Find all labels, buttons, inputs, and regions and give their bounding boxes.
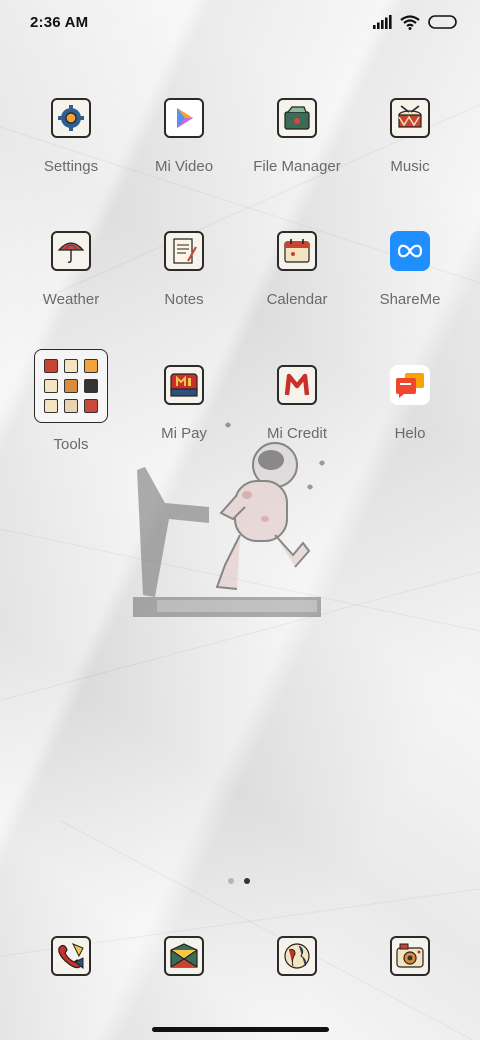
app-label: Calendar [266,291,328,308]
dock-phone[interactable] [51,936,91,976]
gear-icon [51,98,91,138]
app-notes[interactable]: Notes [128,215,240,325]
battery-icon [428,15,457,29]
wifi-icon [400,14,420,30]
messages-icon [164,936,204,976]
app-label: Mi Video [154,158,214,175]
camera-icon [390,936,430,976]
app-helo[interactable]: Helo [354,349,466,459]
astronaut-treadmill-illustration [133,422,325,617]
calendar-icon [277,231,317,271]
mini-app-icon [44,379,58,393]
folder-icon [277,98,317,138]
home-gesture-bar[interactable] [152,1027,329,1032]
drum-icon [390,98,430,138]
signal-icon [373,15,392,29]
mini-app-icon [84,379,98,393]
status-icons [372,14,458,30]
mini-app-icon [44,399,58,413]
mini-app-icon [64,379,78,393]
play-icon [164,98,204,138]
app-music[interactable]: Music [354,82,466,192]
dock-messages[interactable] [164,936,204,976]
app-label: Tools [53,436,89,453]
mini-app-icon [44,359,58,373]
phone-icon [51,936,91,976]
status-bar: 2:36 AM [0,0,480,44]
app-label: Notes [164,291,204,308]
notepad-icon [164,231,204,271]
mi-pay-icon [164,365,204,405]
mini-app-icon [64,399,78,413]
page-dot-2-active [244,878,250,884]
m-letter-icon [277,365,317,405]
infinity-icon [390,231,430,271]
app-label: Helo [394,425,426,442]
status-time: 2:36 AM [30,13,89,31]
dock-camera[interactable] [390,936,430,976]
mini-app-icon [84,399,98,413]
app-calendar[interactable]: Calendar [241,215,353,325]
chat-bubbles-icon [390,365,430,405]
page-dot-1 [228,878,234,884]
mini-app-icon [84,359,98,373]
mini-app-icon [64,359,78,373]
umbrella-icon [51,231,91,271]
folder-tools[interactable]: Tools [15,349,127,459]
folder-grid [34,349,108,423]
app-label: Weather [42,291,100,308]
app-label: Settings [43,158,99,175]
dock-browser[interactable] [277,936,317,976]
app-file-manager[interactable]: File Manager [241,82,353,192]
app-label: ShareMe [379,291,441,308]
app-mi-video[interactable]: Mi Video [128,82,240,192]
app-label: Music [390,158,430,175]
app-shareme[interactable]: ShareMe [354,215,466,325]
page-indicator[interactable] [228,878,250,884]
app-settings[interactable]: Settings [15,82,127,192]
app-label: File Manager [253,158,341,175]
app-weather[interactable]: Weather [15,215,127,325]
browser-icon [277,936,317,976]
